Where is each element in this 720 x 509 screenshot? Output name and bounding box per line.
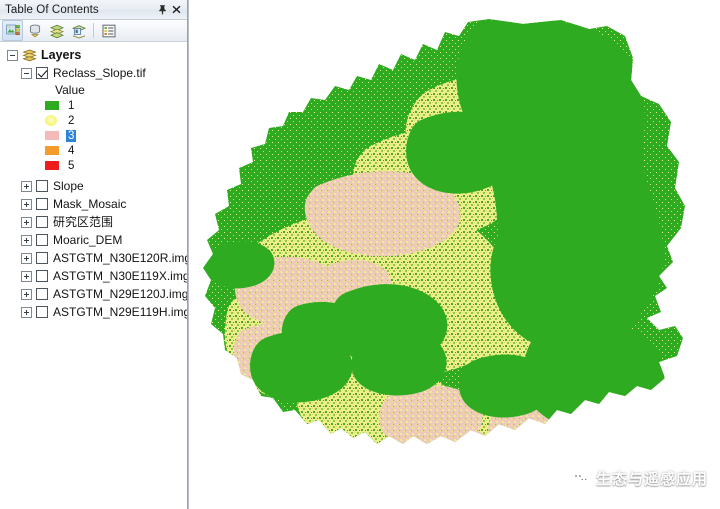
tree-label-astgtm-n30e119x: ASTGTM_N30E119X.img: [53, 268, 187, 283]
tree-label-astgtm-n29e120j: ASTGTM_N29E120J.img: [53, 286, 187, 301]
list-by-visibility-icon[interactable]: [46, 20, 67, 41]
checkbox-moaric-dem[interactable]: [36, 234, 48, 246]
symbol-label-2[interactable]: 2: [66, 115, 76, 127]
tree-label-study-area: 研究区范围: [53, 214, 114, 229]
list-by-selection-icon[interactable]: [68, 20, 89, 41]
symbol-swatch-5[interactable]: [45, 161, 59, 170]
expander-astgtm-n30e120r[interactable]: [21, 252, 32, 264]
toolbar-separator: [93, 23, 94, 38]
checkbox-astgtm-n29e120j[interactable]: [36, 288, 48, 300]
tree-label-reclass-slope: Reclass_Slope.tif: [53, 65, 146, 80]
tree-label-moaric-dem: Moaric_DEM: [53, 232, 123, 247]
tree-label-mask-mosaic: Mask_Mosaic: [53, 196, 127, 211]
expander-reclass-slope[interactable]: [21, 67, 32, 79]
symbology-item[interactable]: 3: [0, 128, 187, 143]
tree-label-layers: Layers: [41, 48, 82, 62]
tree-node-astgtm-n29e120j[interactable]: ASTGTM_N29E120J.img: [0, 285, 187, 303]
toc-header: Table Of Contents: [0, 0, 187, 20]
symbology-item[interactable]: 2: [0, 113, 187, 128]
tree-node-astgtm-n30e119x[interactable]: ASTGTM_N30E119X.img: [0, 267, 187, 285]
table-of-contents-panel: Table Of Contents Layers Reclass_Slope.t…: [0, 0, 188, 509]
expander-astgtm-n29e120j[interactable]: [21, 288, 32, 300]
map-data-view[interactable]: 生态与遥感应用: [188, 0, 720, 509]
list-by-drawing-order-icon[interactable]: [2, 20, 23, 41]
panel-title: Table Of Contents: [5, 3, 99, 16]
symbol-label-3[interactable]: 3: [66, 129, 77, 142]
tree-node-layers[interactable]: Layers: [0, 47, 187, 64]
tree-node-mask-mosaic[interactable]: Mask_Mosaic: [0, 195, 187, 213]
symbology-item[interactable]: 4: [0, 143, 187, 158]
symbol-label-5[interactable]: 5: [66, 160, 76, 172]
close-icon[interactable]: [169, 3, 183, 17]
tree-node-reclass-slope[interactable]: Reclass_Slope.tif: [0, 64, 187, 82]
expander-slope[interactable]: [21, 180, 32, 192]
symbol-swatch-2[interactable]: [45, 115, 57, 126]
tree-label-astgtm-n30e120r: ASTGTM_N30E120R.img: [53, 250, 187, 265]
symbol-label-4[interactable]: 4: [66, 145, 76, 157]
symbol-label-1[interactable]: 1: [66, 100, 76, 112]
list-by-source-icon[interactable]: [24, 20, 45, 41]
expander-study-area[interactable]: [21, 216, 32, 228]
map-canvas[interactable]: 生态与遥感应用: [189, 0, 720, 509]
tree-label-astgtm-n29e119h: ASTGTM_N29E119H.img: [53, 304, 187, 319]
checkbox-study-area[interactable]: [36, 216, 48, 228]
symbology-field-header: Value: [55, 83, 85, 97]
checkbox-astgtm-n29e119h[interactable]: [36, 306, 48, 318]
checkbox-slope[interactable]: [36, 180, 48, 192]
arcmap-window: Table Of Contents Layers Reclass_Slope.t…: [0, 0, 720, 509]
tree-node-moaric-dem[interactable]: Moaric_DEM: [0, 231, 187, 249]
symbol-swatch-1[interactable]: [45, 101, 59, 110]
toc-tree[interactable]: Layers Reclass_Slope.tif Value 1 2 3 4 5…: [0, 42, 187, 509]
symbol-swatch-4[interactable]: [45, 146, 59, 155]
symbol-swatch-3[interactable]: [45, 131, 59, 140]
checkbox-astgtm-n30e120r[interactable]: [36, 252, 48, 264]
tree-label-slope: Slope: [53, 178, 84, 193]
tree-node-study-area[interactable]: 研究区范围: [0, 213, 187, 231]
expander-layers[interactable]: [7, 50, 18, 61]
symbology-item[interactable]: 5: [0, 158, 187, 173]
reclass-slope-raster: [203, 19, 685, 444]
checkbox-mask-mosaic[interactable]: [36, 198, 48, 210]
expander-astgtm-n30e119x[interactable]: [21, 270, 32, 282]
pushpin-icon[interactable]: [155, 3, 169, 17]
options-icon[interactable]: [98, 20, 119, 41]
tree-node-slope[interactable]: Slope: [0, 177, 187, 195]
expander-moaric-dem[interactable]: [21, 234, 32, 246]
tree-node-astgtm-n29e119h[interactable]: ASTGTM_N29E119H.img: [0, 303, 187, 321]
toc-toolbar: [0, 20, 187, 42]
expander-mask-mosaic[interactable]: [21, 198, 32, 210]
checkbox-astgtm-n30e119x[interactable]: [36, 270, 48, 282]
symbology-item[interactable]: 1: [0, 98, 187, 113]
expander-astgtm-n29e119h[interactable]: [21, 306, 32, 318]
layers-icon: [22, 49, 37, 62]
tree-node-astgtm-n30e120r[interactable]: ASTGTM_N30E120R.img: [0, 249, 187, 267]
checkbox-reclass-slope[interactable]: [36, 67, 48, 79]
